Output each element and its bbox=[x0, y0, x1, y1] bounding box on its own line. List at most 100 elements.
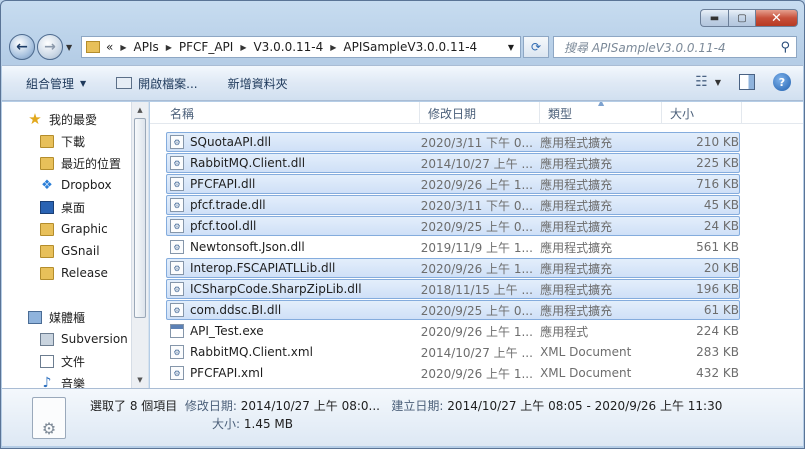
recent-places-icon bbox=[40, 156, 54, 170]
dll-file-icon: ⚙ bbox=[170, 219, 184, 233]
search-icon[interactable]: ⚲ bbox=[780, 40, 790, 55]
created-label: 建立日期: bbox=[391, 399, 444, 413]
file-date: 2020/9/25 上午 0... bbox=[420, 219, 533, 234]
details-line-2: 大小: 1.45 MB bbox=[212, 415, 293, 432]
scroll-thumb[interactable] bbox=[134, 118, 146, 318]
file-date: 2020/9/25 上午 0... bbox=[420, 303, 533, 318]
column-date[interactable]: 修改日期 bbox=[420, 102, 540, 124]
exe-file-icon bbox=[170, 324, 184, 338]
size-label: 大小: bbox=[212, 417, 241, 431]
column-name[interactable]: 名稱 bbox=[162, 102, 420, 124]
file-row[interactable]: ⚙ RabbitMQ.Client.xml 2014/10/27 上午 ... XML… bbox=[166, 342, 740, 362]
file-row[interactable]: ⚙ RabbitMQ.Client.dll 2014/10/27 上午 ... 應用程… bbox=[166, 153, 740, 173]
breadcrumb-apis[interactable]: APIs bbox=[134, 40, 159, 54]
column-size-label: 大小 bbox=[670, 106, 695, 121]
refresh-button[interactable]: ⟳ bbox=[523, 36, 549, 58]
nav-libraries[interactable]: 媒體櫃 bbox=[28, 306, 85, 328]
dll-file-icon: ⚙ bbox=[170, 261, 184, 275]
nav-item-subversion[interactable]: Subversion bbox=[40, 328, 128, 350]
nav-libraries-label: 媒體櫃 bbox=[49, 310, 86, 325]
back-button[interactable]: ← bbox=[9, 34, 35, 60]
file-date: 2014/10/27 上午 ... bbox=[420, 156, 533, 171]
nav-scrollbar[interactable]: ▲ ▼ bbox=[131, 102, 148, 388]
address-dropdown-icon[interactable]: ▼ bbox=[508, 43, 514, 52]
nav-item-gsnail[interactable]: GSnail bbox=[40, 240, 100, 262]
file-name: ICSharpCode.SharpZipLib.dll bbox=[189, 282, 362, 296]
nav-item-label: 文件 bbox=[61, 354, 86, 369]
desktop-icon bbox=[40, 200, 54, 214]
close-button[interactable]: ✕ bbox=[756, 9, 798, 27]
breadcrumb-pfcf-api[interactable]: PFCF_API bbox=[179, 40, 233, 54]
file-row[interactable]: ⚙ pfcf.trade.dll 2020/3/11 下午 0... 應用程式擴充 45… bbox=[166, 195, 740, 215]
breadcrumb-sample[interactable]: APISampleV3.0.0.11-4 bbox=[343, 40, 477, 54]
star-icon: ★ bbox=[28, 110, 42, 128]
nav-item-graphic[interactable]: Graphic bbox=[40, 218, 108, 240]
breadcrumb-overflow[interactable]: « bbox=[106, 40, 113, 54]
view-dropdown-icon[interactable]: ▼ bbox=[715, 78, 721, 87]
nav-item-release[interactable]: Release bbox=[40, 262, 108, 284]
recent-pages-dropdown[interactable]: ▼ bbox=[66, 43, 72, 52]
open-file-button[interactable]: 開啟檔案... bbox=[116, 75, 198, 92]
document-icon bbox=[40, 354, 54, 368]
breadcrumb-separator-icon[interactable]: ▶ bbox=[240, 43, 246, 52]
nav-favorites[interactable]: ★ 我的最愛 bbox=[28, 108, 97, 130]
details-pane: ⚙ 選取了 8 個項目 修改日期: 2014/10/27 上午 08:0... … bbox=[2, 388, 803, 446]
help-icon[interactable]: ? bbox=[773, 73, 791, 91]
breadcrumb-version[interactable]: V3.0.0.11-4 bbox=[253, 40, 323, 54]
file-name: PFCFAPI.dll bbox=[189, 177, 256, 191]
file-name: Interop.FSCAPIATLLib.dll bbox=[189, 261, 336, 275]
file-date: 2020/9/26 上午 1... bbox=[420, 177, 533, 192]
column-size[interactable]: 大小 bbox=[662, 102, 742, 124]
nav-item-label: 桌面 bbox=[61, 200, 86, 215]
file-row[interactable]: ⚙ Interop.FSCAPIATLLib.dll 2020/9/26 上午 1.… bbox=[166, 258, 740, 278]
nav-item-documents[interactable]: 文件 bbox=[40, 350, 85, 372]
new-folder-label: 新增資料夾 bbox=[227, 76, 288, 91]
file-date: 2020/3/11 下午 0... bbox=[420, 135, 533, 150]
nav-item-music[interactable]: ♪ 音樂 bbox=[40, 372, 85, 388]
view-options-icon[interactable]: ☷ bbox=[695, 74, 708, 90]
file-type: 應用程式擴充 bbox=[540, 198, 613, 213]
column-type-label: 類型 bbox=[548, 106, 573, 121]
file-row[interactable]: ⚙ com.ddsc.BI.dll 2020/9/25 上午 0... 應用程式擴充 6… bbox=[166, 300, 740, 320]
file-size: 432 KB bbox=[696, 366, 739, 380]
subversion-icon bbox=[40, 332, 54, 346]
dll-file-icon: ⚙ bbox=[170, 303, 184, 317]
maximize-button[interactable]: ▢ bbox=[728, 9, 756, 27]
nav-item-downloads[interactable]: 下載 bbox=[40, 130, 85, 152]
forward-button[interactable]: → bbox=[37, 34, 63, 60]
nav-item-recent[interactable]: 最近的位置 bbox=[40, 152, 121, 174]
scroll-down-icon[interactable]: ▼ bbox=[132, 372, 148, 388]
sort-arrow-icon: ▲ bbox=[598, 102, 605, 107]
search-input[interactable]: 搜尋 APISampleV3.0.0.11-4 ⚲ bbox=[553, 36, 797, 58]
file-row[interactable]: API_Test.exe 2020/9/26 上午 1... 應用程式 224 KB bbox=[166, 321, 740, 341]
open-window-icon bbox=[116, 77, 133, 89]
file-row[interactable]: ⚙ SQuotaAPI.dll 2020/3/11 下午 0... 應用程式擴充 210… bbox=[166, 132, 740, 152]
navigation-pane: ★ 我的最愛 下載 最近的位置 ❖ Dropbox 桌面 Graphic GSn… bbox=[2, 102, 149, 388]
nav-item-label: 音樂 bbox=[61, 376, 86, 389]
organize-button[interactable]: 組合管理 ▼ bbox=[26, 75, 86, 92]
new-folder-button[interactable]: 新增資料夾 bbox=[228, 75, 288, 92]
nav-buttons: ← → ▼ bbox=[9, 34, 72, 60]
file-name: RabbitMQ.Client.dll bbox=[189, 156, 306, 170]
modified-label: 修改日期: bbox=[184, 399, 237, 413]
file-size: 561 KB bbox=[696, 240, 739, 254]
breadcrumb-separator-icon[interactable]: ▶ bbox=[330, 43, 336, 52]
breadcrumb-separator-icon[interactable]: ▶ bbox=[166, 43, 172, 52]
address-bar[interactable]: « ▶ APIs ▶ PFCF_API ▶ V3.0.0.11-4 ▶ APIS… bbox=[81, 36, 521, 58]
file-row[interactable]: ⚙ PFCFAPI.xml 2020/9/26 上午 1... XML Documen… bbox=[166, 363, 740, 383]
file-row[interactable]: ⚙ Newtonsoft.Json.dll 2019/11/9 上午 1... 應用程… bbox=[166, 237, 740, 257]
file-row[interactable]: ⚙ PFCFAPI.dll 2020/9/26 上午 1... 應用程式擴充 716 K… bbox=[166, 174, 740, 194]
folder-icon bbox=[86, 41, 100, 53]
file-name: pfcf.tool.dll bbox=[189, 219, 257, 233]
file-date: 2020/9/26 上午 1... bbox=[420, 366, 533, 381]
scroll-up-icon[interactable]: ▲ bbox=[132, 102, 148, 118]
nav-item-dropbox[interactable]: ❖ Dropbox bbox=[40, 174, 111, 196]
minimize-button[interactable]: ▬ bbox=[700, 9, 728, 27]
file-row[interactable]: ⚙ ICSharpCode.SharpZipLib.dll 2018/11/15 上… bbox=[166, 279, 740, 299]
file-row[interactable]: ⚙ pfcf.tool.dll 2020/9/25 上午 0... 應用程式擴充 24 … bbox=[166, 216, 740, 236]
file-name: SQuotaAPI.dll bbox=[189, 135, 272, 149]
preview-pane-icon[interactable] bbox=[739, 74, 755, 90]
file-size: 24 KB bbox=[703, 219, 739, 233]
breadcrumb-separator-icon[interactable]: ▶ bbox=[120, 43, 126, 52]
nav-item-desktop[interactable]: 桌面 bbox=[40, 196, 85, 218]
